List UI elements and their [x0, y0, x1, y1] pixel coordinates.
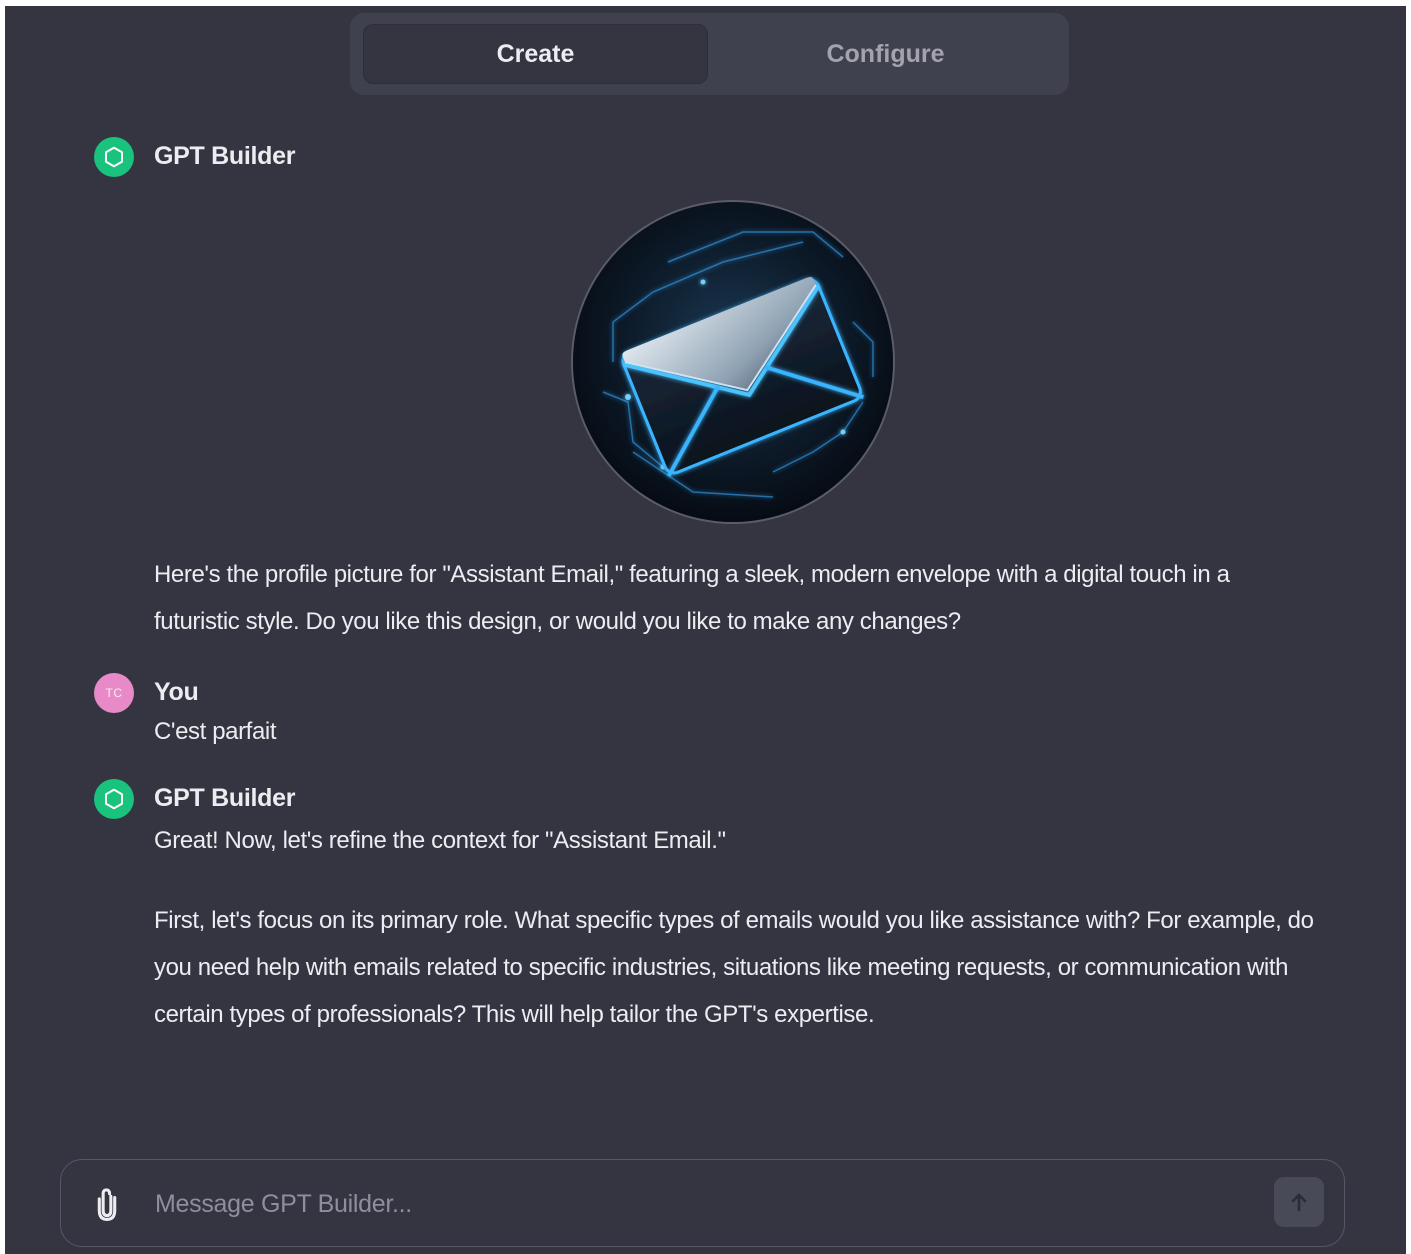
user-initials: TC — [105, 686, 123, 700]
chat-panel: Create Configure GPT Builder Here's the … — [5, 6, 1406, 1254]
paperclip-icon[interactable] — [91, 1186, 123, 1222]
openai-logo-icon — [104, 146, 124, 168]
openai-logo-icon — [104, 788, 124, 810]
message-text: C'est parfait — [154, 718, 277, 745]
message-paragraph: First, let's focus on its primary role. … — [154, 907, 1314, 1028]
gpt-builder-avatar — [94, 137, 134, 177]
message-text: Here's the profile picture for "Assistan… — [154, 561, 1230, 635]
message-sender: GPT Builder — [154, 142, 296, 170]
message-paragraph: Great! Now, let's refine the context for… — [154, 827, 726, 854]
tab-create[interactable]: Create — [363, 24, 708, 84]
user-avatar: TC — [94, 673, 134, 713]
message-sender: GPT Builder — [154, 784, 296, 812]
tab-configure[interactable]: Configure — [713, 24, 1058, 84]
arrow-up-icon — [1291, 1193, 1307, 1212]
mode-tabs: Create Configure — [350, 13, 1069, 95]
message-composer — [60, 1159, 1345, 1247]
gpt-builder-avatar — [94, 779, 134, 819]
send-button[interactable] — [1274, 1177, 1324, 1227]
envelope-profile-picture[interactable] — [573, 202, 893, 522]
message-input[interactable] — [153, 1180, 1257, 1228]
message-sender: You — [154, 678, 199, 706]
